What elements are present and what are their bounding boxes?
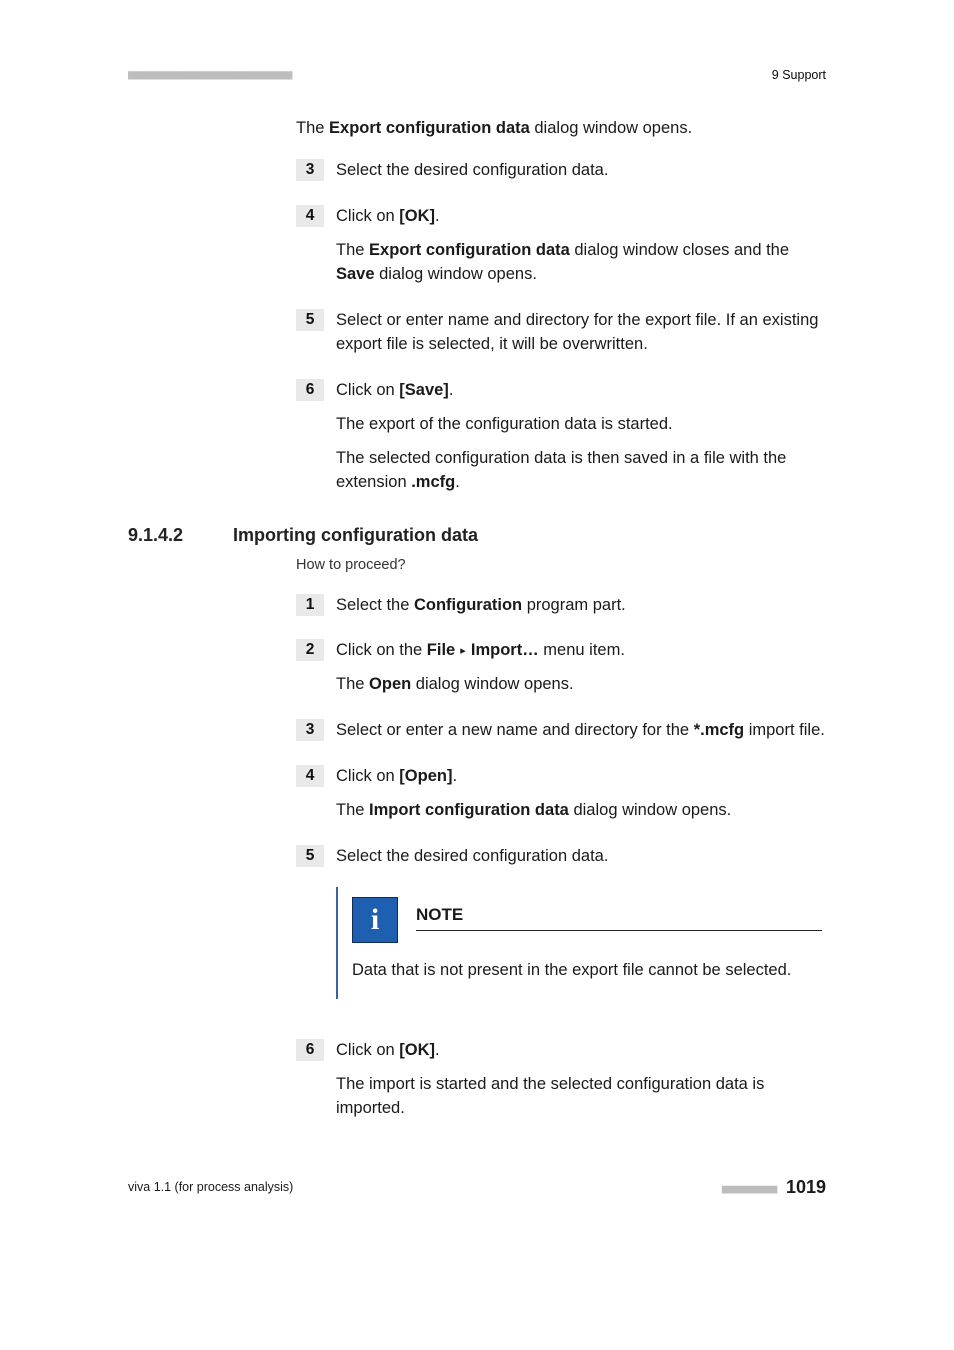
info-icon-glyph: i xyxy=(371,898,379,942)
step-text: The import is started and the selected c… xyxy=(336,1073,826,1121)
step-6: 6 Click on [Save]. The export of the con… xyxy=(296,379,826,495)
text: dialog window opens. xyxy=(569,801,731,819)
text: dialog window opens. xyxy=(411,675,573,693)
step-6: 6 Click on [OK]. The import is started a… xyxy=(296,1039,826,1121)
page-header: ■■■■■■■■■■■■■■■■■■■■■■ 9 Support xyxy=(128,65,826,85)
step-text: Select or enter name and directory for t… xyxy=(336,309,826,357)
text: . xyxy=(452,767,457,785)
step-number: 6 xyxy=(296,379,324,401)
text: The xyxy=(336,675,369,693)
footer-decor: ■■■■■■■■ xyxy=(722,1182,777,1197)
step-text: Select or enter a new name and directory… xyxy=(336,719,826,743)
note-box: i NOTE Data that is not present in the e… xyxy=(336,887,826,999)
step-text: Select the desired configuration data. xyxy=(336,159,826,183)
button-label: [OK] xyxy=(399,1041,435,1059)
button-label: [OK] xyxy=(399,207,435,225)
text: import file. xyxy=(744,721,825,739)
step-text: Select the Configuration program part. xyxy=(336,594,826,618)
step-3: 3 Select or enter a new name and directo… xyxy=(296,719,826,743)
text: Select or enter a new name and directory… xyxy=(336,721,694,739)
step-number: 5 xyxy=(296,309,324,331)
step-text: The selected configuration data is then … xyxy=(336,447,826,495)
file-pattern: *.mcfg xyxy=(694,721,744,739)
section-number: 9.1.4.2 xyxy=(128,522,233,548)
step-text: Select the desired configuration data. xyxy=(336,845,826,869)
step-1: 1 Select the Configuration program part. xyxy=(296,594,826,618)
dialog-name: Open xyxy=(369,675,411,693)
step-text: The export of the configuration data is … xyxy=(336,413,826,437)
dialog-name: Import configuration data xyxy=(369,801,569,819)
text: . xyxy=(449,381,454,399)
header-decor-left: ■■■■■■■■■■■■■■■■■■■■■■ xyxy=(128,65,291,85)
step-number: 4 xyxy=(296,205,324,227)
menu-name: File xyxy=(427,641,455,659)
section-heading: 9.1.4.2 Importing configuration data xyxy=(128,522,826,548)
step-2: 2 Click on the File ▸ Import… menu item.… xyxy=(296,639,826,697)
step-text: Click on [OK]. xyxy=(336,205,826,229)
step-4: 4 Click on [Open]. The Import configurat… xyxy=(296,765,826,823)
step-text: The Open dialog window opens. xyxy=(336,673,826,697)
text: Click on the xyxy=(336,641,427,659)
text: Click on xyxy=(336,767,399,785)
info-icon: i xyxy=(352,897,398,943)
step-number: 2 xyxy=(296,639,324,661)
text: . xyxy=(435,1041,440,1059)
text: dialog window closes and the xyxy=(570,241,789,259)
dialog-name: Save xyxy=(336,265,375,283)
text: Click on xyxy=(336,1041,399,1059)
step-text: Click on the File ▸ Import… menu item. xyxy=(336,639,826,663)
step-number: 6 xyxy=(296,1039,324,1061)
step-text: The Export configuration data dialog win… xyxy=(336,239,826,287)
step-text: Click on [OK]. xyxy=(336,1039,826,1063)
page-footer: viva 1.1 (for process analysis) ■■■■■■■■… xyxy=(128,1174,826,1200)
page: ■■■■■■■■■■■■■■■■■■■■■■ 9 Support The Exp… xyxy=(0,0,954,1350)
footer-right: ■■■■■■■■ 1019 xyxy=(722,1174,826,1200)
text: menu item. xyxy=(539,641,625,659)
button-label: [Save] xyxy=(399,381,449,399)
note-body: Data that is not present in the export f… xyxy=(338,947,826,999)
step-number: 3 xyxy=(296,159,324,181)
step-5: 5 Select or enter name and directory for… xyxy=(296,309,826,357)
section-title: Importing configuration data xyxy=(233,522,478,548)
page-number: 1019 xyxy=(786,1177,826,1197)
step-number: 3 xyxy=(296,719,324,741)
dialog-name: Export configuration data xyxy=(329,119,530,137)
text: Select the xyxy=(336,596,414,614)
note-title: NOTE xyxy=(416,903,822,931)
how-to-proceed: How to proceed? xyxy=(296,555,826,576)
step-text: Click on [Save]. xyxy=(336,379,826,403)
text: Click on xyxy=(336,207,399,225)
step-number: 4 xyxy=(296,765,324,787)
step-5: 5 Select the desired configuration data.… xyxy=(296,845,826,1017)
text: The xyxy=(336,241,369,259)
text: program part. xyxy=(522,596,626,614)
file-extension: .mcfg xyxy=(411,473,455,491)
button-label: [Open] xyxy=(399,767,452,785)
text: . xyxy=(435,207,440,225)
step-number: 5 xyxy=(296,845,324,867)
header-section-label: 9 Support xyxy=(772,66,826,84)
step-text: Click on [Open]. xyxy=(336,765,826,789)
step-4: 4 Click on [OK]. The Export configuratio… xyxy=(296,205,826,287)
dialog-name: Export configuration data xyxy=(369,241,570,259)
intro-paragraph: The Export configuration data dialog win… xyxy=(296,117,826,141)
menu-item: Import… xyxy=(471,641,539,659)
text: The xyxy=(336,801,369,819)
step-text: The Import configuration data dialog win… xyxy=(336,799,826,823)
text: The xyxy=(296,119,329,137)
program-part: Configuration xyxy=(414,596,522,614)
menu-separator-icon: ▸ xyxy=(455,645,471,657)
text: dialog window opens. xyxy=(375,265,537,283)
step-3: 3 Select the desired configuration data. xyxy=(296,159,826,183)
text: dialog window opens. xyxy=(530,119,692,137)
text: Click on xyxy=(336,381,399,399)
text: The selected configuration data is then … xyxy=(336,449,786,491)
text: . xyxy=(455,473,460,491)
step-number: 1 xyxy=(296,594,324,616)
footer-left: viva 1.1 (for process analysis) xyxy=(128,1178,293,1196)
